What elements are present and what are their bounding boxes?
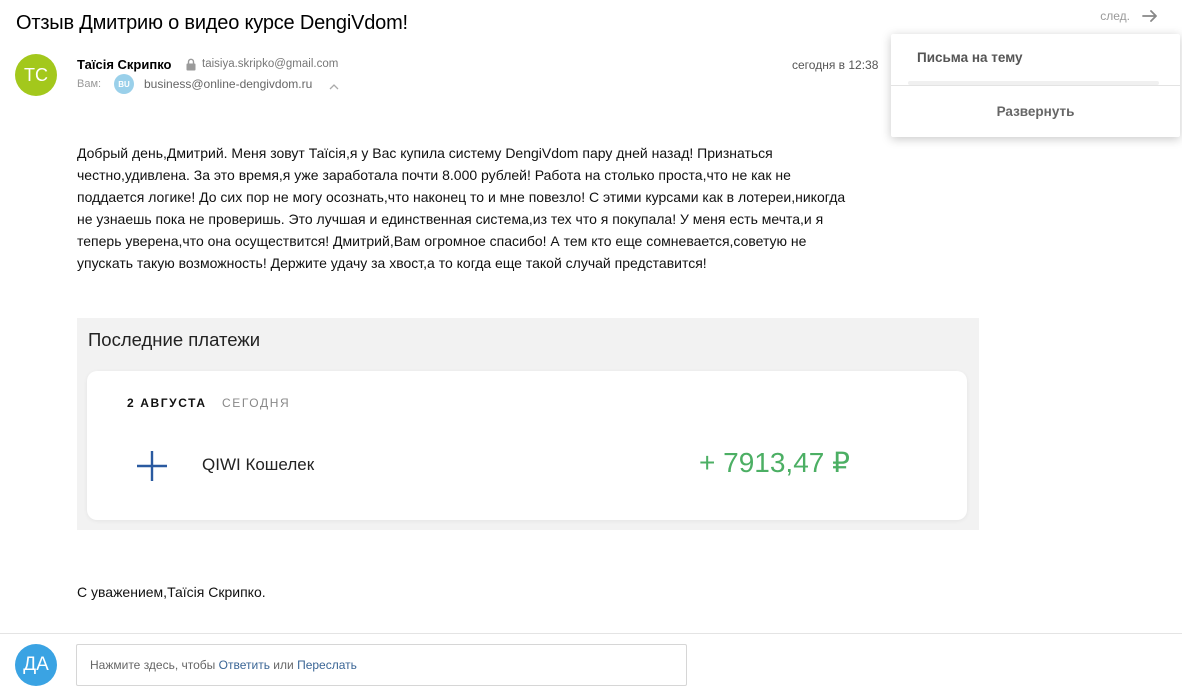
expand-button[interactable]: Развернуть	[891, 86, 1180, 137]
thread-panel-title: Письма на тему	[917, 50, 1023, 65]
thread-panel: Письма на тему Развернуть	[891, 34, 1180, 137]
payment-amount: + 7913,47 ₽	[699, 447, 850, 478]
payments-title: Последние платежи	[88, 329, 261, 350]
sender-name[interactable]: Таїсія Скрипко	[77, 57, 172, 72]
message-date: сегодня в 12:38	[792, 58, 879, 72]
reply-prompt: Нажмите здесь, чтобы	[90, 658, 216, 672]
plus-icon	[136, 450, 168, 482]
email-subject: Отзыв Дмитрию о видео курсе DengiVdom!	[16, 12, 408, 34]
reply-link[interactable]: Ответить	[219, 658, 270, 672]
forward-link[interactable]: Переслать	[297, 658, 357, 672]
next-label: след.	[1100, 9, 1130, 23]
payment-card: 2 АВГУСТА СЕГОДНЯ QIWI Кошелек + 7913,47…	[87, 371, 967, 520]
sender-avatar[interactable]: TC	[15, 54, 57, 96]
to-label: Вам:	[77, 78, 102, 90]
recipient-avatar: BU	[114, 74, 134, 94]
message-body: Добрый день,Дмитрий. Меня зовут Таїсія,я…	[77, 145, 846, 272]
payment-name: QIWI Кошелек	[202, 455, 315, 474]
payment-day: СЕГОДНЯ	[222, 396, 291, 410]
chevron-up-icon[interactable]	[328, 79, 340, 90]
reply-box[interactable]: Нажмите здесь, чтобы Ответить или Пересл…	[76, 644, 687, 686]
next-message-link[interactable]: след.	[1100, 6, 1160, 26]
sender-email[interactable]: taisiya.skripko@gmail.com	[202, 58, 338, 70]
user-avatar: ДА	[15, 644, 57, 686]
arrow-right-icon	[1140, 6, 1160, 26]
payment-date: 2 АВГУСТА	[127, 396, 207, 410]
payments-screenshot: Последние платежи 2 АВГУСТА СЕГОДНЯ QIWI…	[77, 318, 979, 530]
divider	[0, 633, 1182, 634]
reply-or: или	[273, 658, 294, 672]
email-view: Отзыв Дмитрию о видео курсе DengiVdom! с…	[0, 0, 1182, 694]
recipient-email[interactable]: business@online-dengivdom.ru	[144, 77, 312, 91]
lock-icon	[185, 58, 197, 71]
signature: С уважением,Таїсія Скрипко.	[77, 584, 266, 600]
